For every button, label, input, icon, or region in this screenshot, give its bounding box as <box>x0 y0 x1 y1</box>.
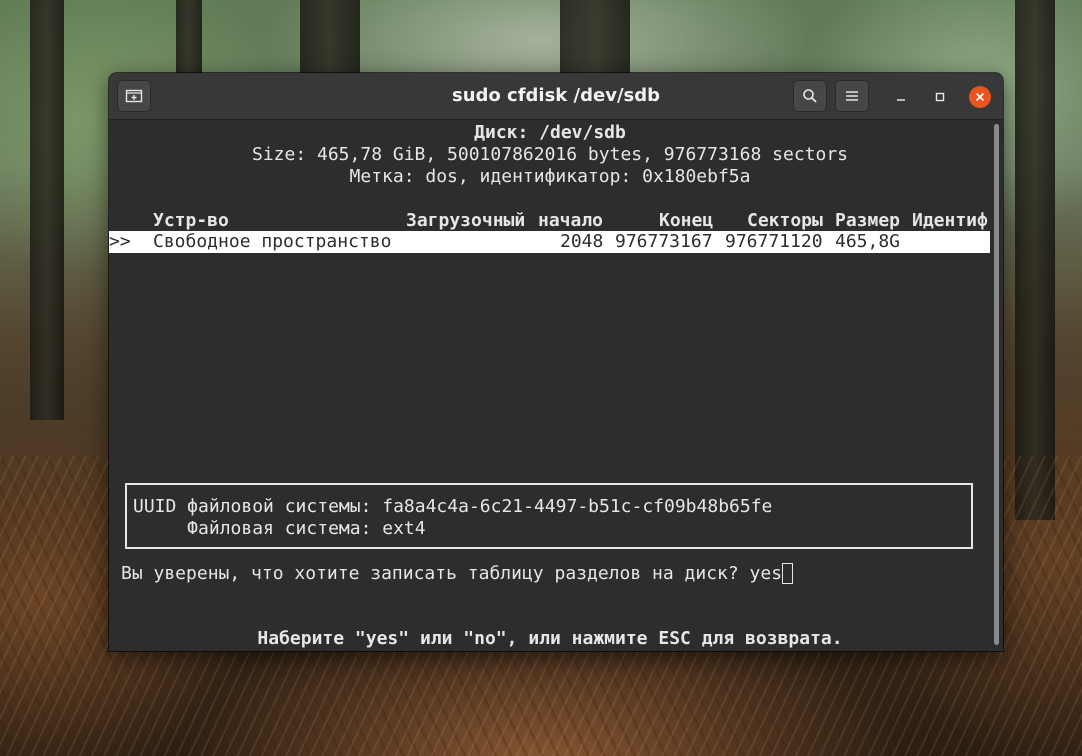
column-boot: Загрузочный <box>406 210 526 231</box>
search-button[interactable] <box>793 80 827 112</box>
title-bar[interactable]: sudo cfdisk /dev/sdb <box>109 73 1003 120</box>
terminal-output[interactable]: Диск: /dev/sdb Size: 465,78 GiB, 5001078… <box>109 120 991 651</box>
disk-label-line: Метка: dos, идентификатор: 0x180ebf5a <box>349 166 751 187</box>
new-tab-icon <box>125 89 143 103</box>
row-end: 976773167 <box>615 231 713 252</box>
terminal-scrollbar[interactable] <box>991 120 1003 651</box>
column-device: Устр-во <box>153 210 229 231</box>
partition-table-header: Устр-во Загрузочный начало Конец Секторы… <box>109 210 991 232</box>
column-sectors: Секторы <box>747 210 823 231</box>
text-cursor <box>782 563 794 584</box>
filesystem-type-line: Файловая система: ext4 <box>133 518 426 539</box>
row-device: Свободное пространство <box>153 231 392 252</box>
disk-name-line: Диск: /dev/sdb <box>474 122 626 143</box>
selection-marker: >> <box>109 231 131 252</box>
wallpaper-tree-trunk <box>1015 0 1055 520</box>
column-end: Конец <box>659 210 714 231</box>
wallpaper-tree-trunk <box>300 0 360 80</box>
menu-button[interactable] <box>835 80 869 112</box>
column-start: начало <box>538 210 604 231</box>
close-button[interactable] <box>969 86 991 108</box>
confirm-prompt-text: Вы уверены, что хотите записать таблицу … <box>121 563 750 584</box>
disk-size-line: Size: 465,78 GiB, 500107862016 bytes, 97… <box>251 144 849 165</box>
maximize-button[interactable] <box>929 86 951 108</box>
hint-line: Наберите "yes" или "no", или нажмите ESC… <box>257 628 843 649</box>
scrollbar-thumb[interactable] <box>994 124 999 645</box>
row-size: 465,8G <box>835 231 901 252</box>
terminal-window[interactable]: sudo cfdisk /dev/sdb Диск: /dev/sdb Size… <box>109 73 1003 651</box>
column-type: Идентиф <box>912 210 988 231</box>
column-size: Размер <box>835 210 901 231</box>
partition-row-selected[interactable]: >> Свободное пространство 2048 976773167… <box>109 231 990 253</box>
wallpaper-tree-trunk <box>30 0 64 420</box>
minimize-button[interactable] <box>890 86 912 108</box>
minimize-icon <box>897 99 905 101</box>
new-tab-button[interactable] <box>117 80 151 112</box>
confirm-prompt-line[interactable]: Вы уверены, что хотите записать таблицу … <box>121 563 794 585</box>
wallpaper-tree-trunk <box>560 0 630 80</box>
maximize-icon <box>935 92 945 102</box>
row-start: 2048 <box>560 231 604 252</box>
row-sectors: 976771120 <box>725 231 823 252</box>
partition-info-box: UUID файловой системы: fa8a4c4a-6c21-449… <box>125 483 973 549</box>
close-icon <box>975 92 985 102</box>
confirm-input[interactable]: yes <box>750 563 783 584</box>
search-icon <box>803 89 817 103</box>
filesystem-uuid-line: UUID файловой системы: fa8a4c4a-6c21-449… <box>133 496 773 517</box>
hamburger-menu-icon <box>846 91 858 101</box>
